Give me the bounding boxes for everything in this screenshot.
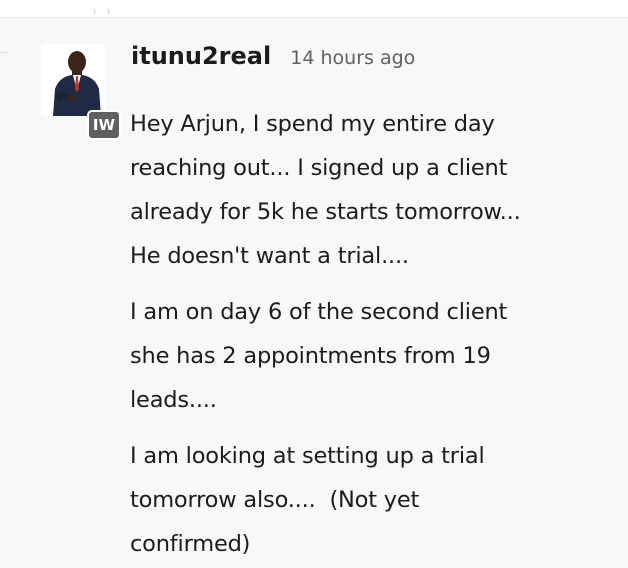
message-line: confirmed) [130, 531, 251, 557]
message-pane: IW itunu2real 14 hours ago Hey Arjun, I … [0, 0, 628, 568]
message-timestamp[interactable]: 14 hours ago [290, 47, 415, 69]
message-item[interactable]: IW itunu2real 14 hours ago Hey Arjun, I … [0, 18, 628, 568]
message-paragraph-3: I am looking at setting up a trial tomor… [130, 434, 620, 566]
message-paragraph-1: Hey Arjun, I spend my entire day reachin… [130, 102, 620, 278]
message-line: leads.... [130, 387, 217, 413]
message-body: Hey Arjun, I spend my entire day reachin… [130, 102, 620, 568]
avatar-photo-icon [41, 44, 105, 116]
workspace-badge-icon[interactable]: IW [87, 110, 121, 140]
message-line: reaching out... I signed up a client [130, 155, 508, 181]
message-line: tomorrow also.... (Not yet [130, 487, 420, 513]
message-line: He doesn't want a trial.... [130, 243, 409, 269]
avatar[interactable] [41, 44, 105, 116]
message-line: she has 2 appointments from 19 [130, 343, 491, 369]
message-line: Hey Arjun, I spend my entire day [130, 111, 495, 137]
left-rule [0, 52, 8, 53]
message-paragraph-2: I am on day 6 of the second client she h… [130, 290, 620, 422]
previous-message-ticks [93, 9, 110, 15]
author-name[interactable]: itunu2real [131, 42, 271, 70]
message-line: already for 5k he starts tomorrow... [130, 199, 521, 225]
message-header: itunu2real 14 hours ago [131, 42, 415, 70]
message-line: I am on day 6 of the second client [130, 299, 508, 325]
message-line: I am looking at setting up a trial [130, 443, 485, 469]
avatar-group[interactable]: IW [41, 44, 121, 140]
